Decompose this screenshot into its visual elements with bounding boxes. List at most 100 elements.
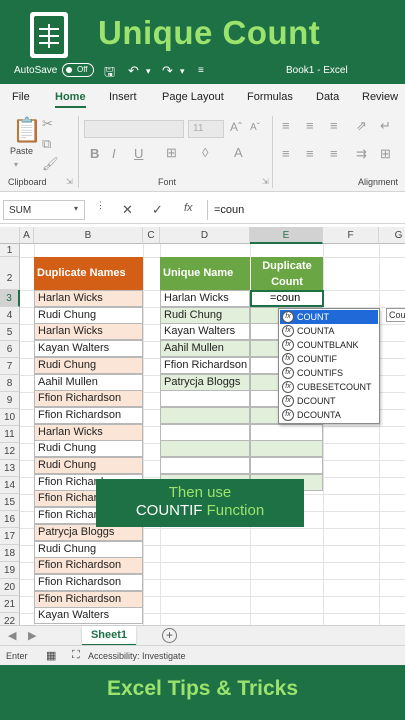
scroll-right-icon[interactable]: ▶ <box>28 629 36 642</box>
row-header-2[interactable]: 2 <box>0 257 20 290</box>
font-name-box[interactable] <box>84 120 184 138</box>
unique-name-cell[interactable]: Aahil Mullen <box>160 340 250 358</box>
row-header-16[interactable]: 16 <box>0 511 20 528</box>
autocomplete-item[interactable]: fx CUBESETCOUNT <box>280 380 378 394</box>
row-header-5[interactable]: 5 <box>0 324 20 341</box>
duplicate-name-cell[interactable]: Harlan Wicks <box>34 423 143 441</box>
row-header-15[interactable]: 15 <box>0 494 20 511</box>
row-header-13[interactable]: 13 <box>0 460 20 477</box>
bold-icon[interactable]: B <box>90 146 99 161</box>
row-header-8[interactable]: 8 <box>0 375 20 392</box>
active-cell-e3[interactable]: =coun <box>250 290 324 307</box>
autocomplete-item[interactable]: fx COUNTA <box>280 324 378 338</box>
unique-name-cell[interactable]: Ffion Richardson <box>160 356 250 374</box>
col-header-a[interactable]: A <box>20 227 34 244</box>
col-header-g[interactable]: G <box>379 227 405 244</box>
unique-name-cell[interactable]: Rudi Chung <box>160 306 250 324</box>
cancel-icon[interactable]: ✕ <box>122 202 133 218</box>
duplicate-name-cell[interactable]: Aahil Mullen <box>34 373 143 391</box>
fill-color-icon[interactable]: ◊ <box>202 145 208 160</box>
duplicate-count-cell[interactable] <box>250 423 323 441</box>
duplicate-name-cell[interactable]: Ffion Richardson <box>34 590 143 608</box>
customize-qat-icon[interactable]: ≡ <box>198 65 204 76</box>
row-header-12[interactable]: 12 <box>0 443 20 460</box>
duplicate-name-cell[interactable]: Rudi Chung <box>34 457 143 474</box>
tab-file[interactable]: File <box>12 91 30 103</box>
format-painter-icon[interactable]: 🖌 <box>42 156 59 172</box>
autocomplete-item[interactable]: fx COUNTBLANK <box>280 338 378 352</box>
align-bottom-icon[interactable]: ≡ <box>330 118 338 133</box>
decrease-font-icon[interactable]: Aˇ <box>250 122 260 133</box>
name-box[interactable]: SUM <box>3 200 85 220</box>
align-right-icon[interactable]: ≡ <box>330 146 338 161</box>
duplicate-count-cell[interactable] <box>250 457 323 474</box>
save-icon[interactable]: 🖫 <box>104 63 115 85</box>
wrap-text-icon[interactable]: ↵ <box>380 118 391 134</box>
align-left-icon[interactable]: ≡ <box>282 146 290 161</box>
worksheet-grid[interactable]: A B C D E F G 1 2 3 4 5 6 7 8 9 10 11 12 13 14 15 16 17 1… <box>0 227 405 625</box>
underline-icon[interactable]: U <box>134 146 143 161</box>
autocomplete-item[interactable]: fx DCOUNTA <box>280 408 378 422</box>
tab-data[interactable]: Data <box>316 91 339 103</box>
font-launcher-icon[interactable]: ⇲ <box>262 177 269 186</box>
unique-name-cell[interactable] <box>160 423 250 441</box>
tab-formulas[interactable]: Formulas <box>247 91 293 103</box>
duplicate-name-cell[interactable]: Rudi Chung <box>34 440 143 458</box>
italic-icon[interactable]: I <box>112 146 116 161</box>
enter-icon[interactable]: ✓ <box>152 202 163 218</box>
row-header-3[interactable]: 3 <box>0 290 20 307</box>
copy-icon[interactable]: ⧉ <box>42 136 51 152</box>
row-header-21[interactable]: 21 <box>0 596 20 613</box>
autocomplete-item[interactable]: fx COUNTIFS <box>280 366 378 380</box>
duplicate-name-cell[interactable]: Rudi Chung <box>34 540 143 558</box>
row-header-9[interactable]: 9 <box>0 392 20 409</box>
sheet-tab-sheet1[interactable]: Sheet1 <box>82 626 136 646</box>
accessibility-icon[interactable]: ⛶ <box>72 649 80 662</box>
col-header-e[interactable]: E <box>250 227 323 244</box>
unique-name-cell[interactable]: Harlan Wicks <box>160 290 250 307</box>
duplicate-name-cell[interactable]: Ffion Richardson <box>34 573 143 591</box>
row-header-22[interactable]: 22 <box>0 613 20 625</box>
col-header-d[interactable]: D <box>160 227 250 244</box>
redo-icon[interactable]: ↷ <box>162 63 173 79</box>
add-sheet-icon[interactable]: + <box>162 628 177 643</box>
align-center-icon[interactable]: ≡ <box>306 146 314 161</box>
col-header-c[interactable]: C <box>143 227 160 244</box>
redo-dropdown-icon[interactable]: ▾ <box>180 66 185 77</box>
duplicate-name-cell[interactable]: Kayan Walters <box>34 607 143 625</box>
row-header-6[interactable]: 6 <box>0 341 20 358</box>
merge-cells-icon[interactable]: ⊞ <box>380 146 391 162</box>
undo-dropdown-icon[interactable]: ▾ <box>146 66 151 77</box>
duplicate-name-cell[interactable]: Kayan Walters <box>34 340 143 358</box>
align-top-icon[interactable]: ≡ <box>282 118 290 133</box>
select-all-corner[interactable] <box>0 227 20 244</box>
tab-home[interactable]: Home <box>55 91 86 108</box>
row-header-17[interactable]: 17 <box>0 528 20 545</box>
insert-function-icon[interactable]: fx <box>184 202 193 214</box>
macro-record-icon[interactable]: ▦ <box>46 649 56 662</box>
scroll-left-icon[interactable]: ◀ <box>8 629 16 642</box>
borders-icon[interactable]: ⊞ <box>166 145 177 161</box>
autocomplete-item[interactable]: fx COUNTIF <box>280 352 378 366</box>
font-color-icon[interactable]: A <box>234 145 243 160</box>
duplicate-name-cell[interactable]: Rudi Chung <box>34 306 143 324</box>
font-size-box[interactable]: 11 <box>188 120 224 138</box>
duplicate-name-cell[interactable]: Ffion Richardson <box>34 390 143 408</box>
row-header-10[interactable]: 10 <box>0 409 20 426</box>
duplicate-name-cell[interactable]: Ffion Richardson <box>34 557 143 575</box>
unique-name-cell[interactable] <box>160 457 250 474</box>
duplicate-name-cell[interactable]: Harlan Wicks <box>34 290 143 307</box>
row-header-4[interactable]: 4 <box>0 307 20 324</box>
tab-review[interactable]: Review <box>362 91 398 103</box>
autocomplete-item[interactable]: fx COUNT <box>280 310 378 324</box>
undo-icon[interactable]: ↶ <box>128 63 139 79</box>
duplicate-count-cell[interactable] <box>250 440 323 458</box>
align-middle-icon[interactable]: ≡ <box>306 118 314 133</box>
unique-name-cell[interactable] <box>160 440 250 458</box>
duplicate-name-cell[interactable]: Ffion Richardson <box>34 406 143 424</box>
col-header-b[interactable]: B <box>34 227 143 244</box>
autocomplete-item[interactable]: fx DCOUNT <box>280 394 378 408</box>
unique-name-cell[interactable]: Kayan Walters <box>160 323 250 341</box>
row-header-18[interactable]: 18 <box>0 545 20 562</box>
row-header-7[interactable]: 7 <box>0 358 20 375</box>
